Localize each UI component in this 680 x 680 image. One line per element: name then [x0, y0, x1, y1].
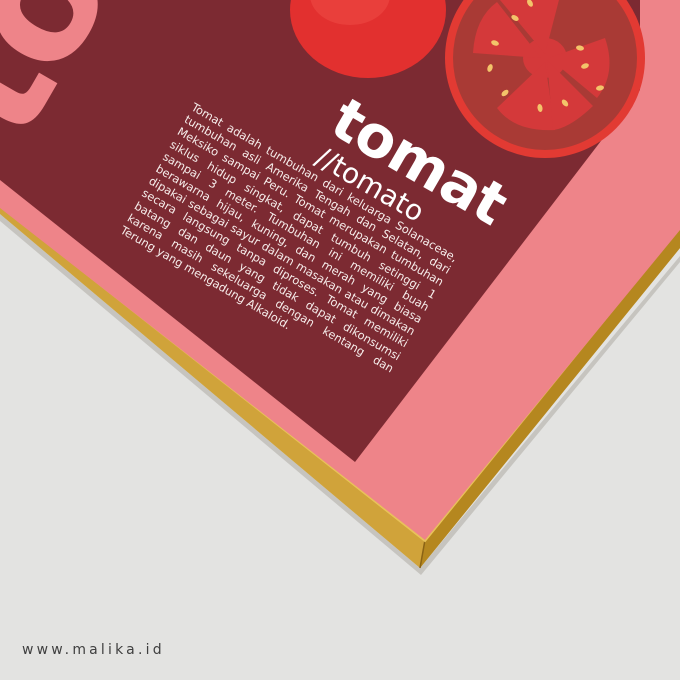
framed-poster-scene: tomat //tomato Tomat adalah tumbuhan dar…	[0, 0, 680, 680]
website-url[interactable]: www.malika.id	[22, 642, 165, 658]
